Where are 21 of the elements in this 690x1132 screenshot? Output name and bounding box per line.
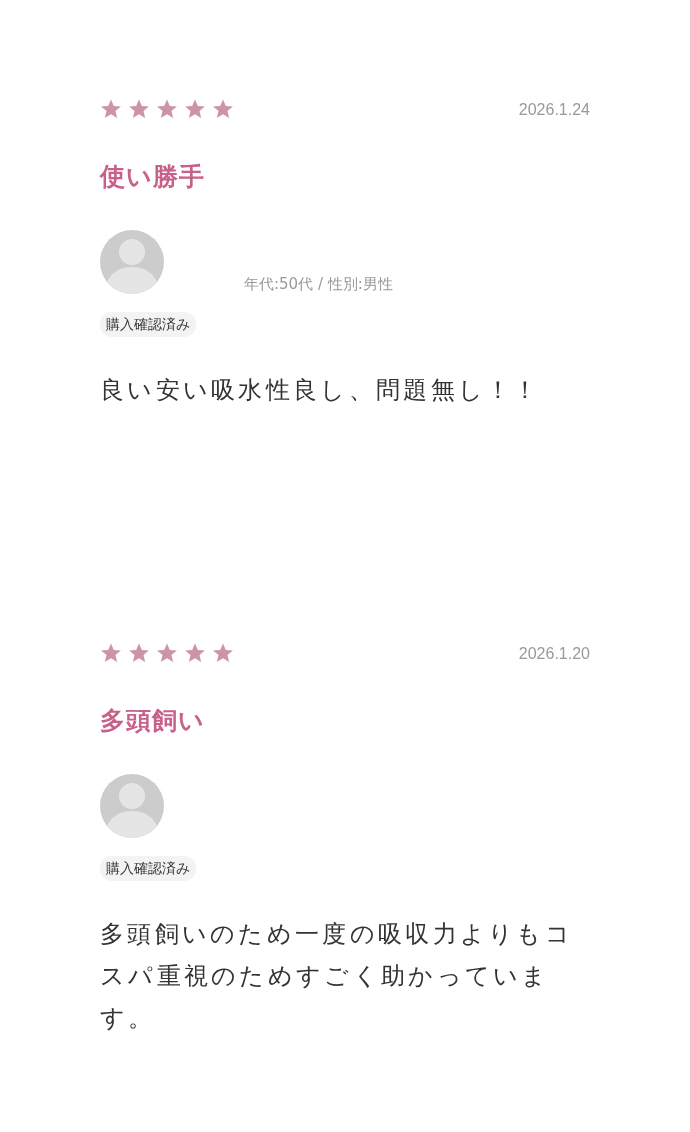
star-icon	[156, 642, 178, 664]
star-icon	[184, 642, 206, 664]
review-text: 良い安い吸水性良し、問題無し！！	[100, 374, 542, 406]
reviewer-info: 年代:50代 / 性別:男性	[244, 274, 393, 295]
review-title: 使い勝手	[100, 161, 206, 193]
star-icon	[128, 642, 150, 664]
avatar-icon	[100, 773, 164, 838]
verified-badge: 購入確認済み	[100, 311, 196, 337]
star-icon	[212, 98, 234, 120]
star-icon	[100, 98, 122, 120]
review-date: 2026.1.20	[518, 644, 590, 664]
review-title: 多頭飼い	[100, 705, 206, 737]
star-icon	[212, 642, 234, 664]
star-icon	[100, 642, 122, 664]
avatar-icon	[100, 229, 164, 294]
review-text: 多頭飼いのため一度の吸収力よりもコスパ重視のためすごく助かっています。	[100, 918, 575, 1034]
star-icon	[184, 98, 206, 120]
review-date: 2026.1.24	[518, 100, 590, 120]
verified-badge: 購入確認済み	[100, 855, 196, 881]
star-icon	[156, 98, 178, 120]
star-icon	[128, 98, 150, 120]
